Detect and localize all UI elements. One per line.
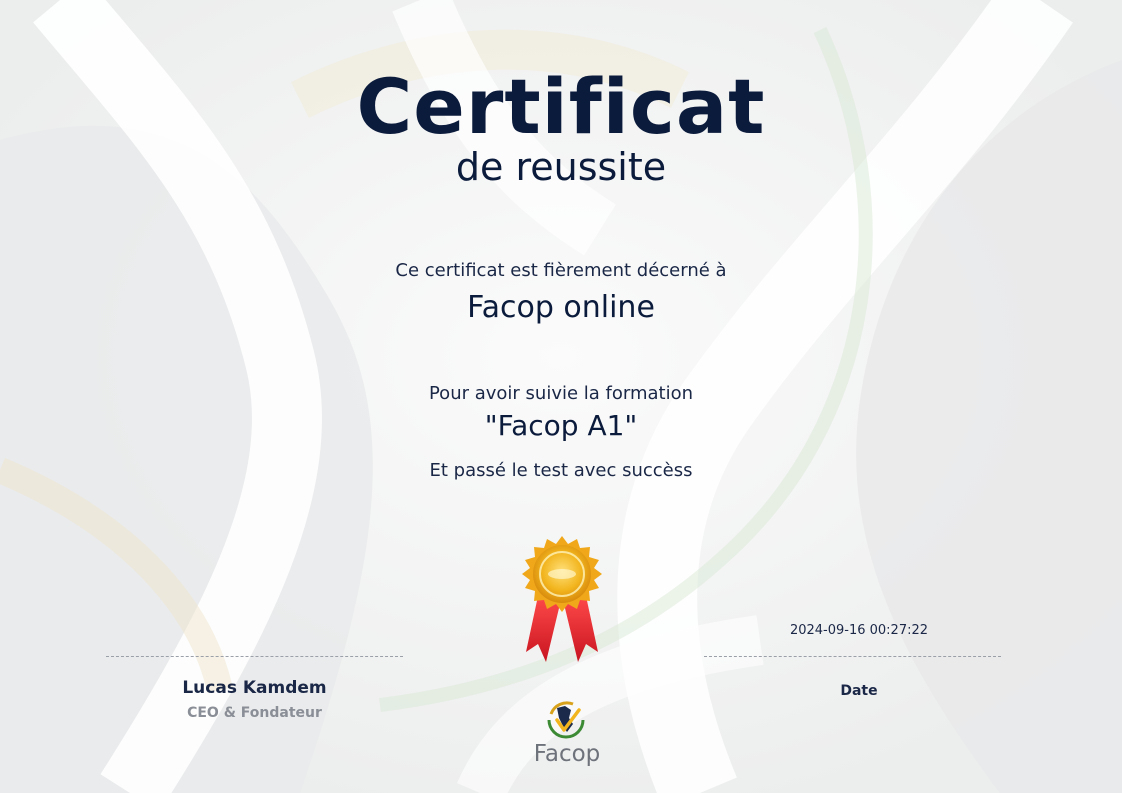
date-label: Date (840, 683, 878, 699)
test-label: Et passé le test avec succèss (429, 460, 693, 481)
date-value: 2024-09-16 00:27:22 (789, 623, 929, 638)
signature-line (106, 656, 403, 657)
awarded-label: Ce certificat est fièrement décerné à (395, 260, 727, 281)
certificate-title: Certificat (356, 62, 766, 151)
recipient-name: Facop online (467, 290, 655, 325)
certificate-subtitle: de reussite (455, 145, 667, 189)
training-label: Pour avoir suivie la formation (428, 383, 694, 404)
award-medal-icon (522, 536, 602, 662)
brand-name: Facop (533, 741, 601, 767)
facop-logo-icon (547, 701, 585, 739)
certificate-page: Certificat de reussite Ce certificat est… (0, 0, 1122, 793)
signer-name: Lucas Kamdem (182, 678, 327, 698)
training-name: "Facop A1" (484, 409, 638, 442)
signer-role: CEO & Fondateur (187, 705, 322, 721)
date-line (704, 656, 1001, 657)
